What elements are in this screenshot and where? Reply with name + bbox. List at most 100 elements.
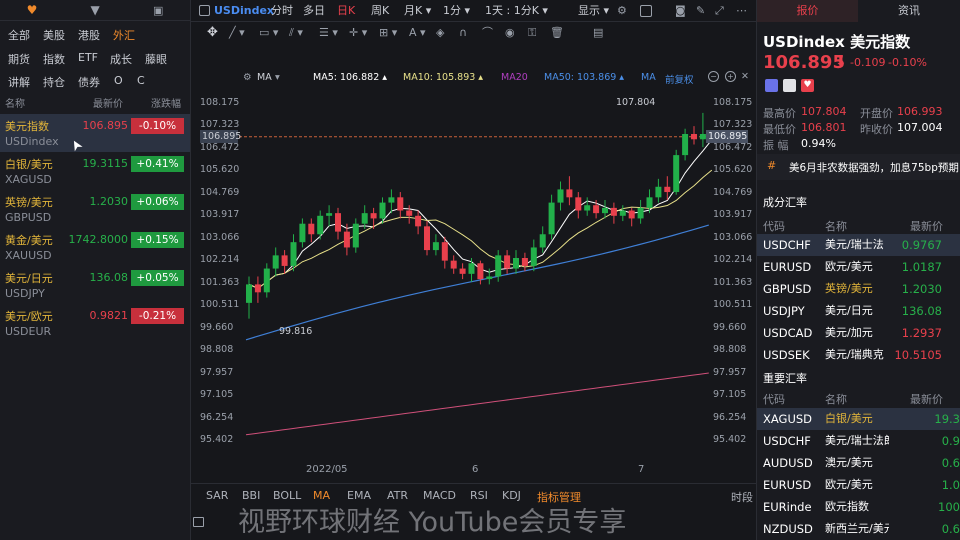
- rate-name: 白银/美元: [825, 412, 873, 425]
- candle-body: [486, 276, 493, 280]
- candle-body: [343, 231, 350, 248]
- category-c[interactable]: C: [137, 74, 145, 87]
- category-tracking[interactable]: 藤眼: [145, 51, 167, 67]
- watchlist-row[interactable]: 美元/日元 USDJPY 136.08 +0.05%: [0, 266, 190, 304]
- category-etf[interactable]: ETF: [78, 51, 98, 64]
- low-label: 最低价: [763, 123, 796, 136]
- candle-body: [495, 255, 502, 277]
- rate-row[interactable]: GBPUSD 英镑/美元 1.2030: [757, 278, 960, 300]
- watchlist-row[interactable]: 白银/美元 XAGUSD 19.3115 +0.41%: [0, 152, 190, 190]
- rate-row[interactable]: EURinde 欧元指数 100: [757, 496, 960, 518]
- rate-row[interactable]: USDCHF 美元/瑞士法 0.9767: [757, 234, 960, 256]
- rate-row[interactable]: USDCAD 美元/加元 1.2937: [757, 322, 960, 344]
- down-arrow-icon: ⬇: [835, 54, 847, 70]
- candle-body: [290, 242, 297, 266]
- watchlist-row[interactable]: 美元指数 USDindex 106.895 -0.10%: [0, 114, 190, 152]
- rate-row[interactable]: NZDUSD 新西兰元/美元 0.6: [757, 518, 960, 540]
- favorite-heart-icon[interactable]: ♥: [801, 79, 814, 92]
- news-text[interactable]: 美6月非农数据强劲，加息75bp预期: [789, 160, 959, 175]
- col-code-header: 代码: [763, 220, 785, 233]
- rate-row[interactable]: XAGUSD 白银/美元 19.3: [757, 408, 960, 430]
- rate-name: 欧元/美元: [825, 478, 873, 491]
- category-explain[interactable]: 讲解: [8, 74, 30, 90]
- y-tick-label: 99.660: [713, 321, 747, 333]
- filter-icon[interactable]: ▼: [91, 3, 100, 17]
- open-label: 开盘价: [860, 107, 893, 120]
- col-change-header[interactable]: 涨跌幅: [151, 95, 181, 110]
- x-tick-july: 7: [638, 464, 645, 475]
- tag-icon[interactable]: [765, 79, 778, 92]
- col-name-header[interactable]: 名称: [5, 95, 25, 110]
- category-hk-stocks[interactable]: 港股: [78, 27, 100, 43]
- y-tick-label: 103.917: [713, 209, 753, 221]
- col-name-header: 名称: [825, 220, 847, 233]
- rate-code: EURinde: [763, 500, 812, 514]
- indicator-sar[interactable]: SAR: [206, 489, 228, 502]
- candle-body: [699, 134, 706, 140]
- candle-body: [370, 213, 377, 219]
- category-holdings[interactable]: 持仓: [43, 74, 65, 90]
- candle-body: [646, 197, 653, 208]
- candle-body: [459, 268, 466, 274]
- open-value: 106.993: [897, 105, 943, 118]
- rate-name: 欧元/美元: [825, 260, 873, 273]
- category-o[interactable]: O: [114, 74, 123, 87]
- candle-body: [397, 197, 404, 211]
- rate-code: AUDUSD: [763, 456, 813, 470]
- watchlist-name: 英镑/美元: [5, 196, 53, 209]
- tab-news[interactable]: 资讯: [858, 0, 960, 22]
- watchlist-code: GBPUSD: [5, 211, 52, 224]
- news-ticker[interactable]: # 美6月非农数据强劲，加息75bp预期: [757, 154, 960, 180]
- candle-body: [352, 223, 359, 248]
- watchlist-code: USDJPY: [5, 287, 45, 300]
- y-tick-label: 102.214: [200, 254, 240, 266]
- candle-body: [450, 260, 457, 269]
- tab-quote[interactable]: 报价: [757, 0, 858, 22]
- category-forex[interactable]: 外汇: [113, 27, 135, 43]
- rate-price: 0.9767: [901, 238, 942, 252]
- watchlist-row[interactable]: 黄金/美元 XAUUSD 1742.8000 +0.15%: [0, 228, 190, 266]
- category-all[interactable]: 全部: [8, 27, 30, 43]
- candle-body: [530, 247, 537, 266]
- category-index[interactable]: 指数: [43, 51, 65, 67]
- rate-row[interactable]: AUDUSD 澳元/美元 0.6: [757, 452, 960, 474]
- col-price-header[interactable]: 最新价: [93, 95, 123, 110]
- y-tick-label: 107.323: [713, 119, 753, 131]
- y-tick-label: 98.808: [200, 344, 234, 356]
- category-bonds[interactable]: 债券: [78, 74, 100, 90]
- candle-body: [584, 205, 591, 211]
- candle-body: [575, 197, 582, 211]
- candle-body: [557, 189, 564, 203]
- y-tick-label: 100.511: [200, 299, 240, 311]
- y-tick-label: 101.363: [200, 276, 240, 288]
- rate-row[interactable]: USDSEK 美元/瑞典克 10.5105: [757, 344, 960, 366]
- note-icon[interactable]: ▣: [153, 4, 163, 17]
- y-tick-label: 97.105: [200, 389, 234, 401]
- rate-row[interactable]: EURUSD 欧元/美元 1.0: [757, 474, 960, 496]
- candle-body: [379, 202, 386, 219]
- rate-row[interactable]: USDCHF 美元/瑞士法郎 0.9: [757, 430, 960, 452]
- rate-code: USDCAD: [763, 326, 813, 340]
- y-tick-label: 105.620: [200, 164, 240, 176]
- section-key-rates: 重要汇率: [763, 372, 807, 385]
- rate-price: 1.2937: [901, 326, 942, 340]
- candlestick-chart[interactable]: [191, 0, 756, 540]
- category-futures[interactable]: 期货: [8, 51, 30, 67]
- y-tick-label: 100.511: [713, 299, 753, 311]
- panel-toggle-icon[interactable]: [193, 517, 204, 527]
- rate-price: 10.5105: [894, 348, 942, 362]
- quote-price: 106.895: [763, 52, 845, 73]
- watchlist-row[interactable]: 英镑/美元 GBPUSD 1.2030 +0.06%: [0, 190, 190, 228]
- rate-row[interactable]: USDJPY 美元/日元 136.08: [757, 300, 960, 322]
- category-growth[interactable]: 成长: [110, 51, 132, 67]
- candle-body: [281, 255, 288, 266]
- candle-body: [628, 210, 635, 219]
- candle-body: [566, 189, 573, 198]
- share-icon[interactable]: [783, 79, 796, 92]
- watchlist-row[interactable]: 美元/欧元 USDEUR 0.9821 -0.21%: [0, 304, 190, 342]
- rate-row[interactable]: EURUSD 欧元/美元 1.0187: [757, 256, 960, 278]
- left-price-tag: 106.895: [200, 130, 242, 143]
- timeshare-label[interactable]: 时段: [731, 489, 753, 505]
- category-us-stocks[interactable]: 美股: [43, 27, 65, 43]
- heart-icon[interactable]: ♥: [27, 3, 38, 17]
